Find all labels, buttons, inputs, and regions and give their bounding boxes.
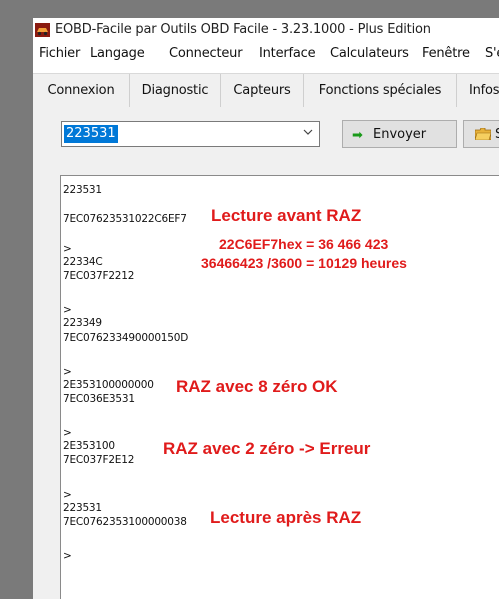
console-line: 7EC0762353100000038: [63, 516, 187, 528]
tab-infos[interactable]: Infos: [457, 74, 499, 107]
annotation-reset-error: RAZ avec 2 zéro -> Erreur: [163, 439, 371, 458]
menu-help[interactable]: S'e: [485, 46, 499, 61]
annotation-hex-value: 22C6EF7hex = 36 466 423: [219, 236, 389, 252]
tab-diagnostic[interactable]: Diagnostic: [130, 74, 221, 107]
window-title: EOBD-Facile par Outils OBD Facile - 3.23…: [55, 22, 431, 37]
right-arrow-icon: ➡: [352, 128, 363, 143]
menu-bar: Fichier Langage Connecteur Interface Cal…: [33, 43, 499, 65]
save-button[interactable]: Sa: [463, 120, 499, 148]
console-line: 2E353100000000: [63, 379, 154, 391]
menu-calculateurs[interactable]: Calculateurs: [330, 46, 409, 61]
command-value[interactable]: 223531: [64, 125, 118, 143]
tab-fonctions-speciales[interactable]: Fonctions spéciales: [304, 74, 457, 107]
annotation-reset-ok: RAZ avec 8 zéro OK: [176, 377, 338, 396]
menu-interface[interactable]: Interface: [259, 46, 316, 61]
menu-langage[interactable]: Langage: [90, 46, 145, 61]
console-line: 7EC036E3531: [63, 393, 135, 405]
console-line: >: [63, 489, 72, 501]
title-bar: EOBD-Facile par Outils OBD Facile - 3.23…: [33, 18, 499, 42]
console-line: 7EC076233490000150D: [63, 332, 189, 344]
menu-connecteur[interactable]: Connecteur: [169, 46, 243, 61]
console-line: >: [63, 304, 72, 316]
console-line: 7EC037F2E12: [63, 454, 135, 466]
command-combobox[interactable]: 223531: [61, 121, 320, 147]
console-line: 223531: [63, 502, 102, 514]
console-line: 223349: [63, 317, 102, 329]
console-line: 7EC037F2212: [63, 270, 135, 282]
car-app-icon: [35, 23, 50, 37]
annotation-hours: 36466423 /3600 = 10129 heures: [201, 255, 407, 271]
console-line: 7EC07623531022C6EF7: [63, 213, 187, 225]
menu-fichier[interactable]: Fichier: [39, 46, 80, 61]
console-output[interactable]: 223531 7EC07623531022C6EF7 > 22334C 7EC0…: [60, 175, 499, 599]
diagnostic-panel: 223531 ➡ Envoyer Sa 223531 7EC0762353102…: [33, 107, 499, 599]
console-line: 22334C: [63, 256, 103, 268]
tab-connexion[interactable]: Connexion: [33, 74, 130, 107]
folder-icon: [475, 128, 491, 140]
app-window: EOBD-Facile par Outils OBD Facile - 3.23…: [33, 18, 499, 599]
annotation-after-reset: Lecture après RAZ: [210, 508, 362, 527]
tab-capteurs[interactable]: Capteurs: [221, 74, 304, 107]
console-line: 223531: [63, 184, 102, 196]
tab-bar: Connexion Diagnostic Capteurs Fonctions …: [33, 73, 499, 108]
send-button-label: Envoyer: [373, 127, 427, 142]
console-line: 2E353100: [63, 440, 115, 452]
console-line: >: [63, 427, 72, 439]
console-line: >: [63, 366, 72, 378]
annotation-before-reset: Lecture avant RAZ: [211, 206, 362, 225]
console-line: >: [63, 550, 72, 562]
chevron-down-icon[interactable]: [303, 127, 313, 137]
console-line: >: [63, 243, 72, 255]
menu-fenetre[interactable]: Fenêtre: [422, 46, 470, 61]
save-button-label: Sa: [495, 127, 499, 142]
send-button[interactable]: ➡ Envoyer: [342, 120, 457, 148]
